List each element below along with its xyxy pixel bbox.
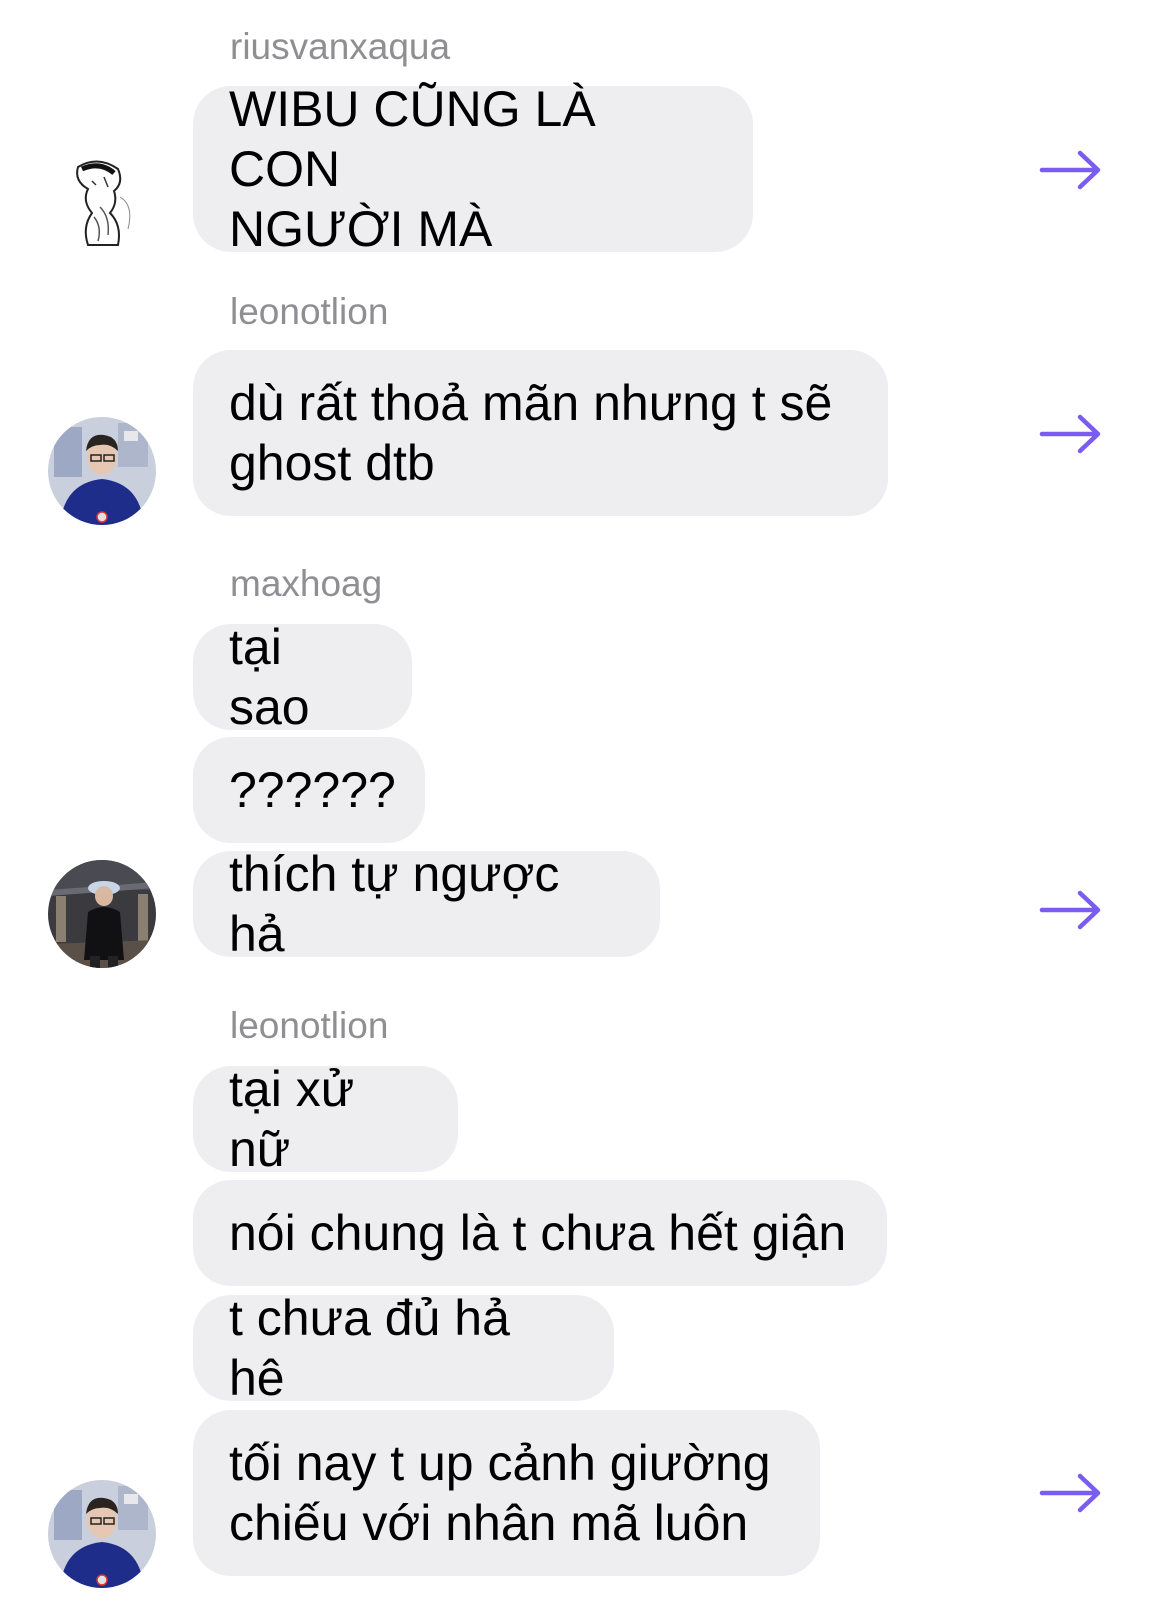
share-arrow-icon[interactable] <box>1038 888 1104 932</box>
message-bubble[interactable]: thích tự ngược hả <box>193 846 660 962</box>
sender-name: riusvanxaqua <box>230 26 451 67</box>
sketch-avatar-icon[interactable] <box>48 147 156 255</box>
message-bubble[interactable]: t chưa đủ hả hê <box>193 1290 614 1406</box>
sender-name: leonotlion <box>230 1005 389 1046</box>
message-bubble[interactable]: dù rất thoả mãn nhưng t sẽ ghost dtb <box>193 350 888 516</box>
share-arrow-icon[interactable] <box>1038 412 1104 456</box>
sender-name: maxhoag <box>230 563 383 604</box>
message-bubble[interactable]: tối nay t up cảnh giường chiếu với nhân … <box>193 1410 820 1576</box>
person-avatar-icon[interactable] <box>48 417 156 525</box>
message-bubble[interactable]: tại xử nữ <box>193 1061 458 1177</box>
message-bubble[interactable]: nói chung là t chưa hết giận <box>193 1180 887 1286</box>
share-arrow-icon[interactable] <box>1038 148 1104 192</box>
person-avatar-icon[interactable] <box>48 860 156 968</box>
message-bubble[interactable]: WIBU CŨNG LÀ CON NGƯỜI MÀ <box>193 81 753 257</box>
person-avatar-icon[interactable] <box>48 1480 156 1588</box>
message-bubble[interactable]: ?????? <box>193 737 425 843</box>
share-arrow-icon[interactable] <box>1038 1471 1104 1515</box>
message-bubble[interactable]: tại sao <box>193 619 412 735</box>
sender-name: leonotlion <box>230 291 389 332</box>
